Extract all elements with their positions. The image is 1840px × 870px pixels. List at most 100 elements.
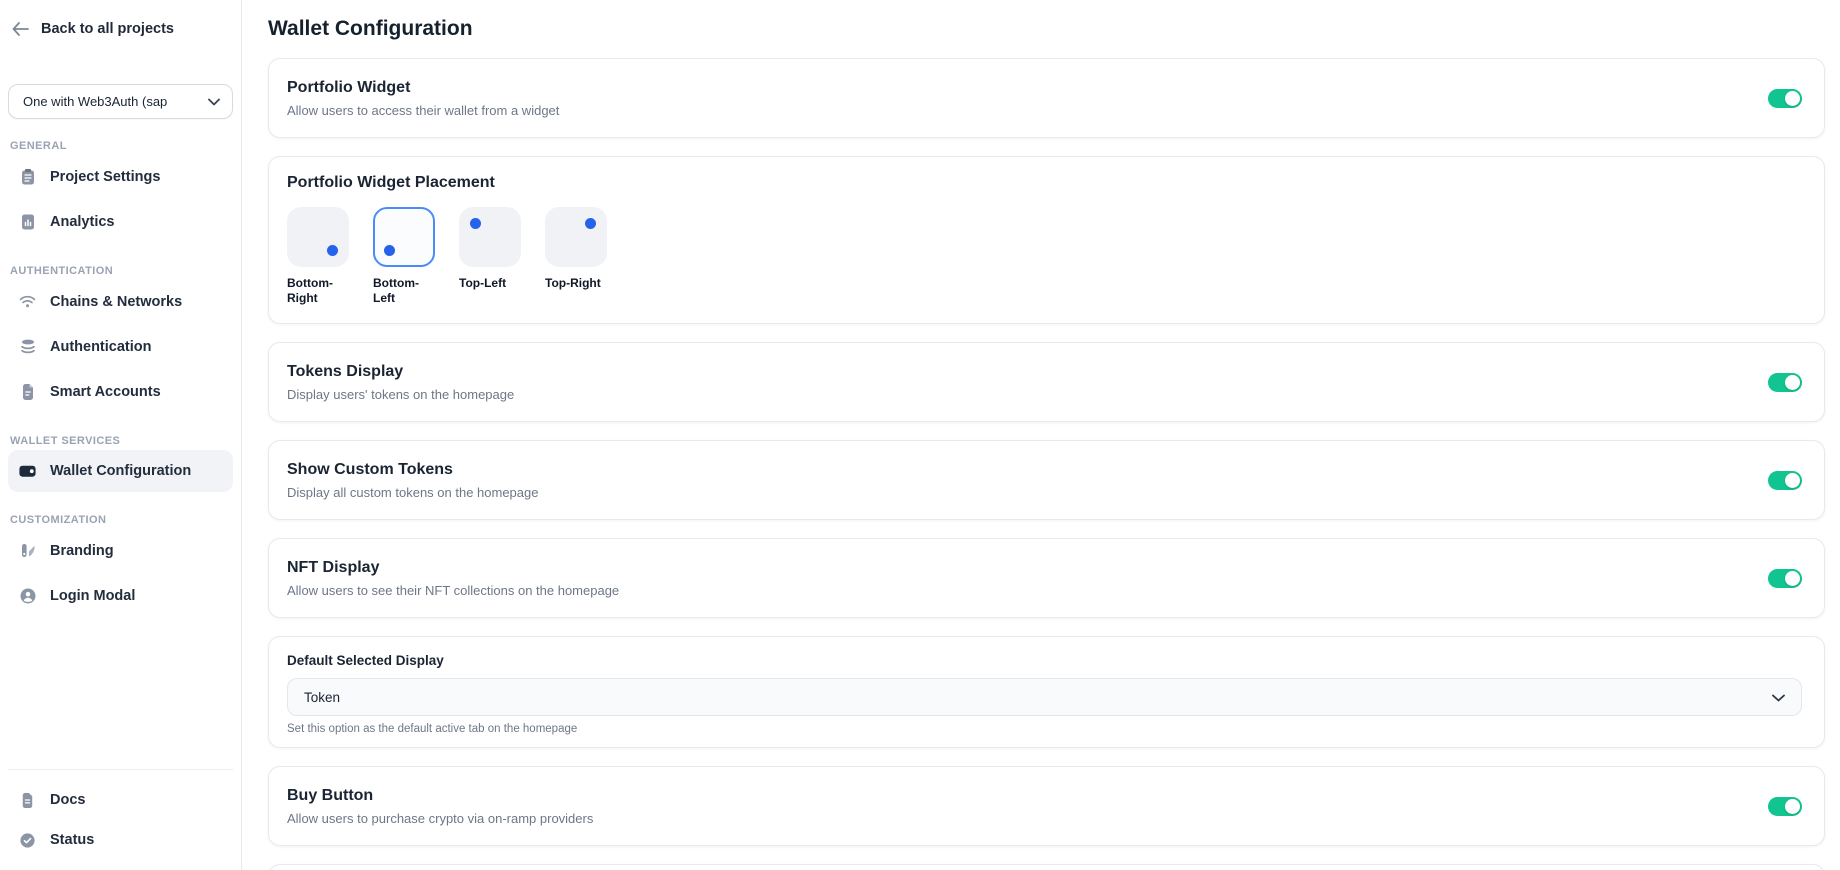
sidebar-item-label: Wallet Configuration — [50, 463, 191, 479]
tokens-display-card: Tokens Display Display users' tokens on … — [268, 342, 1825, 422]
arrow-left-icon — [12, 22, 29, 36]
analytics-icon — [18, 212, 37, 231]
wallet-icon — [18, 462, 37, 481]
card-title: Tokens Display — [287, 363, 514, 381]
section-label-wallet-services: WALLET SERVICES — [8, 435, 233, 449]
toggle-knob — [1785, 473, 1800, 488]
sidebar-item-label: Login Modal — [50, 588, 135, 604]
card-title: Portfolio Widget — [287, 79, 559, 97]
user-circle-icon — [18, 586, 37, 605]
cards-list: Portfolio Widget Allow users to access t… — [268, 58, 1825, 870]
nft-display-text: NFT Display Allow users to see their NFT… — [287, 559, 619, 598]
sidebar-item-authentication[interactable]: Authentication — [8, 324, 233, 369]
card-description: Allow users to purchase crypto via on-ra… — [287, 811, 593, 826]
nft-display-toggle[interactable] — [1768, 569, 1802, 588]
placement-preview-box — [459, 207, 521, 267]
sidebar-item-smart-accounts[interactable]: Smart Accounts — [8, 369, 233, 414]
clipboard-icon — [18, 167, 37, 186]
placement-options: Bottom-Right Bottom-Left Top-Left — [287, 207, 1802, 306]
card-description: Display all custom tokens on the homepag… — [287, 485, 538, 500]
toggle-knob — [1785, 91, 1800, 106]
placement-dot — [585, 218, 596, 229]
tokens-display-text: Tokens Display Display users' tokens on … — [287, 363, 514, 402]
file-icon — [18, 382, 37, 401]
toggle-knob — [1785, 799, 1800, 814]
sidebar-item-analytics[interactable]: Analytics — [8, 199, 233, 244]
section-label-general: GENERAL — [8, 140, 233, 154]
buy-button-text: Buy Button Allow users to purchase crypt… — [287, 787, 593, 826]
placement-option-top-right[interactable]: Top-Right — [545, 207, 607, 306]
sidebar-item-label: Analytics — [50, 214, 114, 230]
sidebar-item-label: Status — [50, 832, 94, 848]
buy-button-toggle[interactable] — [1768, 797, 1802, 816]
placement-preview-box — [287, 207, 349, 267]
portfolio-widget-text: Portfolio Widget Allow users to access t… — [287, 79, 559, 118]
default-selected-display-card: Default Selected Display Token Set this … — [268, 636, 1825, 748]
buy-button-card: Buy Button Allow users to purchase crypt… — [268, 766, 1825, 846]
sidebar-item-login-modal[interactable]: Login Modal — [8, 573, 233, 618]
sidebar-item-branding[interactable]: Branding — [8, 528, 233, 573]
project-selector-value: One with Web3Auth (sap — [23, 94, 167, 109]
sidebar-item-wallet-configuration[interactable]: Wallet Configuration — [8, 450, 233, 492]
toggle-knob — [1785, 571, 1800, 586]
placement-option-label: Bottom-Left — [373, 276, 435, 306]
brush-icon — [18, 541, 37, 560]
section-label-customization: CUSTOMIZATION — [8, 514, 233, 528]
database-icon — [18, 337, 37, 356]
sidebar-item-chains-networks[interactable]: Chains & Networks — [8, 279, 233, 324]
placement-option-label: Top-Left — [459, 276, 521, 291]
card-title: Buy Button — [287, 787, 593, 805]
default-display-select[interactable]: Token — [287, 678, 1802, 716]
select-helper-text: Set this option as the default active ta… — [287, 723, 1802, 735]
card-description: Allow users to access their wallet from … — [287, 103, 559, 118]
nft-display-card: NFT Display Allow users to see their NFT… — [268, 538, 1825, 618]
next-card-partial — [268, 864, 1825, 870]
back-link-label: Back to all projects — [41, 21, 174, 37]
card-title: Show Custom Tokens — [287, 461, 538, 479]
sidebar-item-label: Smart Accounts — [50, 384, 161, 400]
placement-option-bottom-left[interactable]: Bottom-Left — [373, 207, 435, 306]
check-circle-icon — [18, 831, 37, 850]
chevron-down-icon — [1772, 690, 1785, 705]
sidebar-item-label: Authentication — [50, 339, 152, 355]
show-custom-tokens-toggle[interactable] — [1768, 471, 1802, 490]
portfolio-widget-card: Portfolio Widget Allow users to access t… — [268, 58, 1825, 138]
card-description: Display users' tokens on the homepage — [287, 387, 514, 402]
select-value: Token — [304, 690, 340, 705]
sidebar-item-label: Chains & Networks — [50, 294, 182, 310]
placement-dot — [327, 245, 338, 256]
show-custom-tokens-text: Show Custom Tokens Display all custom to… — [287, 461, 538, 500]
sidebar-item-label: Docs — [50, 792, 85, 808]
sidebar-footer: Docs Status — [8, 769, 233, 870]
placement-preview-box — [545, 207, 607, 267]
sidebar-item-status[interactable]: Status — [8, 820, 233, 860]
back-to-projects-link[interactable]: Back to all projects — [8, 18, 233, 40]
doc-icon — [18, 791, 37, 810]
placement-dot — [470, 218, 481, 229]
tokens-display-toggle[interactable] — [1768, 373, 1802, 392]
placement-dot — [384, 245, 395, 256]
select-field-label: Default Selected Display — [287, 653, 1802, 668]
show-custom-tokens-card: Show Custom Tokens Display all custom to… — [268, 440, 1825, 520]
sidebar-item-label: Project Settings — [50, 169, 160, 185]
placement-preview-box — [373, 207, 435, 267]
sidebar-item-docs[interactable]: Docs — [8, 780, 233, 820]
chevron-down-icon — [208, 94, 220, 109]
main-content: Wallet Configuration Portfolio Widget Al… — [242, 0, 1840, 870]
card-description: Allow users to see their NFT collections… — [287, 583, 619, 598]
portfolio-widget-placement-card: Portfolio Widget Placement Bottom-Right … — [268, 156, 1825, 324]
sidebar: Back to all projects One with Web3Auth (… — [0, 0, 242, 870]
placement-option-bottom-right[interactable]: Bottom-Right — [287, 207, 349, 306]
portfolio-widget-toggle[interactable] — [1768, 89, 1802, 108]
card-title: Portfolio Widget Placement — [287, 174, 1802, 192]
section-label-authentication: AUTHENTICATION — [8, 265, 233, 279]
project-selector[interactable]: One with Web3Auth (sap — [8, 84, 233, 119]
wifi-icon — [18, 292, 37, 311]
card-title: NFT Display — [287, 559, 619, 577]
placement-option-top-left[interactable]: Top-Left — [459, 207, 521, 306]
sidebar-item-project-settings[interactable]: Project Settings — [8, 154, 233, 199]
page-title: Wallet Configuration — [268, 16, 1825, 42]
toggle-knob — [1785, 375, 1800, 390]
placement-option-label: Bottom-Right — [287, 276, 349, 306]
placement-option-label: Top-Right — [545, 276, 607, 291]
